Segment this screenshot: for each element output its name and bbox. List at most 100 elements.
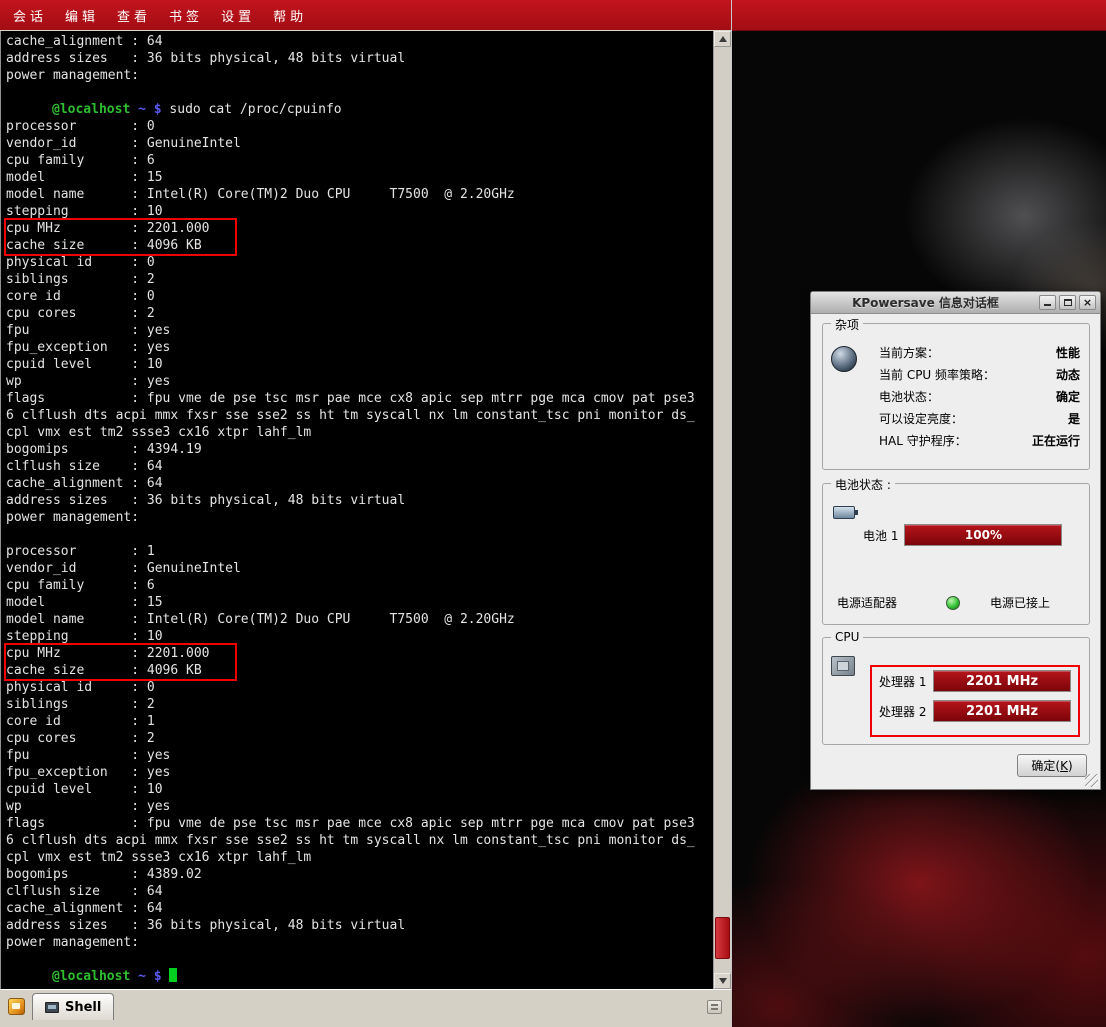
misc-row-value: 确定: [1056, 388, 1080, 405]
scrollbar-thumb[interactable]: [715, 917, 730, 959]
terminal-line: address sizes : 36 bits physical, 48 bit…: [6, 50, 713, 67]
menu-item-3[interactable]: 查看: [108, 6, 160, 25]
terminal-line: vendor_id : GenuineIntel: [6, 135, 713, 152]
cpu-freq-bar-2: 2201 MHz: [933, 700, 1071, 722]
minimize-button[interactable]: [1039, 295, 1056, 310]
terminal-icon: [45, 1002, 59, 1013]
terminal-line: address sizes : 36 bits physical, 48 bit…: [6, 917, 713, 934]
misc-row-label: 当前方案：: [879, 344, 939, 361]
terminal-line: cpu MHz : 2201.000: [6, 220, 235, 237]
cpu-group: CPU 处理器 12201 MHz处理器 22201 MHz: [822, 637, 1090, 745]
prompt-path: ~ $: [130, 969, 169, 984]
processor-label: 处理器 2: [879, 703, 933, 720]
terminal-output[interactable]: cache_alignment : 64address sizes : 36 b…: [1, 31, 713, 989]
session-list-button[interactable]: [703, 997, 725, 1017]
battery-progressbar: 100%: [904, 524, 1062, 546]
prompt-host: @localhost: [52, 102, 130, 117]
misc-row-label: 可以设定亮度：: [879, 410, 963, 427]
terminal-line: fpu : yes: [6, 322, 713, 339]
processor-label: 处理器 1: [879, 673, 933, 690]
terminal-line: 6 clflush dts acpi mmx fxsr sse sse2 ss …: [6, 832, 713, 849]
new-session-button[interactable]: [4, 995, 28, 1019]
close-button[interactable]: ×: [1079, 295, 1096, 310]
terminal-line: cache size : 4096 KB: [6, 662, 235, 679]
terminal-scrollbar[interactable]: [713, 31, 731, 989]
arrow-down-icon: [719, 978, 727, 984]
terminal-line: bogomips : 4389.02: [6, 866, 713, 883]
maximize-button[interactable]: [1059, 295, 1076, 310]
terminal-line: [6, 84, 713, 101]
processor-row-2: 处理器 22201 MHz: [879, 700, 1071, 722]
terminal-line: address sizes : 36 bits physical, 48 bit…: [6, 492, 713, 509]
terminal-cursor: [169, 968, 177, 982]
terminal-line: cache_alignment : 64: [6, 33, 713, 50]
tab-shell[interactable]: Shell: [32, 993, 114, 1020]
terminal-line: cpu family : 6: [6, 152, 713, 169]
misc-rows: 当前方案： 性能当前 CPU 频率策略： 动态电池状态： 确定可以设定亮度： 是 HAL …: [879, 341, 1080, 451]
new-session-icon: [8, 998, 25, 1015]
menubar: 会话编辑查看书签设置帮助: [0, 0, 731, 31]
menu-item-2[interactable]: 编辑: [56, 6, 108, 25]
prompt-path: ~ $: [130, 102, 169, 117]
terminal-line: flags : fpu vme de pse tsc msr pae mce c…: [6, 815, 713, 832]
terminal-line: physical id : 0: [6, 254, 713, 271]
terminal-line: siblings : 2: [6, 271, 713, 288]
terminal-line: cache_alignment : 64: [6, 475, 713, 492]
misc-row-value: 是: [1068, 410, 1080, 427]
misc-group-label: 杂项: [831, 316, 863, 333]
battery-percent: 100%: [965, 528, 1002, 542]
annotation-box-terminal: cpu MHz : 2201.000cache size : 4096 KB: [6, 645, 235, 679]
menu-item-6[interactable]: 帮助: [264, 6, 316, 25]
prompt-host: @localhost: [52, 969, 130, 984]
battery-row: 电池 1 100%: [863, 524, 1079, 546]
terminal-line: cpu family : 6: [6, 577, 713, 594]
terminal-line: power management:: [6, 509, 713, 526]
terminal-line: vendor_id : GenuineIntel: [6, 560, 713, 577]
adapter-row: 电源适配器 电源已接上: [837, 594, 1079, 611]
battery-group-label: 电池状态 :: [831, 476, 895, 493]
misc-row-label: HAL 守护程序：: [879, 432, 967, 449]
dialog-title: KPowersave 信息对话框: [815, 294, 1036, 311]
prompt-command: sudo cat /proc/cpuinfo: [169, 102, 341, 117]
power-adapter-led: [946, 596, 960, 610]
battery-icon: [833, 506, 855, 519]
close-icon: ×: [1083, 297, 1092, 308]
terminal-line: processor : 1: [6, 543, 713, 560]
menu-item-4[interactable]: 书签: [160, 6, 212, 25]
terminal-line: cpuid level : 10: [6, 356, 713, 373]
terminal-line: cpl vmx est tm2 ssse3 cx16 xtpr lahf_lm: [6, 424, 713, 441]
misc-row-label: 当前 CPU 频率策略：: [879, 366, 995, 383]
terminal-line: fpu : yes: [6, 747, 713, 764]
ok-button[interactable]: 确定(K): [1017, 754, 1087, 777]
misc-row-value: 动态: [1056, 366, 1080, 383]
misc-row-1: 当前方案： 性能: [879, 341, 1080, 363]
terminal-line: clflush size : 64: [6, 883, 713, 900]
scroll-down-button[interactable]: [714, 973, 731, 989]
terminal-line: model : 15: [6, 594, 713, 611]
annotation-box-terminal: cpu MHz : 2201.000cache size : 4096 KB: [6, 220, 235, 254]
dialog-titlebar[interactable]: KPowersave 信息对话框 ×: [811, 292, 1100, 314]
terminal-line: model name : Intel(R) Core(TM)2 Duo CPU …: [6, 186, 713, 203]
misc-row-4: 可以设定亮度： 是: [879, 407, 1080, 429]
misc-row-value: 性能: [1056, 344, 1080, 361]
prompt-line: @localhost ~ $ sudo cat /proc/cpuinfo: [6, 101, 713, 118]
misc-row-5: HAL 守护程序：正在运行: [879, 429, 1080, 451]
misc-row-3: 电池状态： 确定: [879, 385, 1080, 407]
minimize-icon: [1044, 304, 1051, 306]
terminal-line: power management:: [6, 67, 713, 84]
terminal-line: [6, 526, 713, 543]
session-list-icon: [707, 1000, 722, 1014]
battery-label: 电池 1: [863, 527, 898, 544]
terminal-line: siblings : 2: [6, 696, 713, 713]
menu-item-1[interactable]: 会话: [4, 6, 56, 25]
misc-row-label: 电池状态：: [879, 388, 939, 405]
resize-grip[interactable]: [1085, 774, 1098, 787]
terminal-line: cpuid level : 10: [6, 781, 713, 798]
scroll-up-button[interactable]: [714, 31, 731, 47]
kpowersave-icon: [831, 346, 857, 372]
battery-group: 电池状态 : 电池 1 100% 电源适配器 电源已接上: [822, 483, 1090, 625]
redacted-username: [6, 968, 52, 980]
terminal-line: wp : yes: [6, 798, 713, 815]
terminal-line: cpu cores : 2: [6, 730, 713, 747]
menu-item-5[interactable]: 设置: [212, 6, 264, 25]
